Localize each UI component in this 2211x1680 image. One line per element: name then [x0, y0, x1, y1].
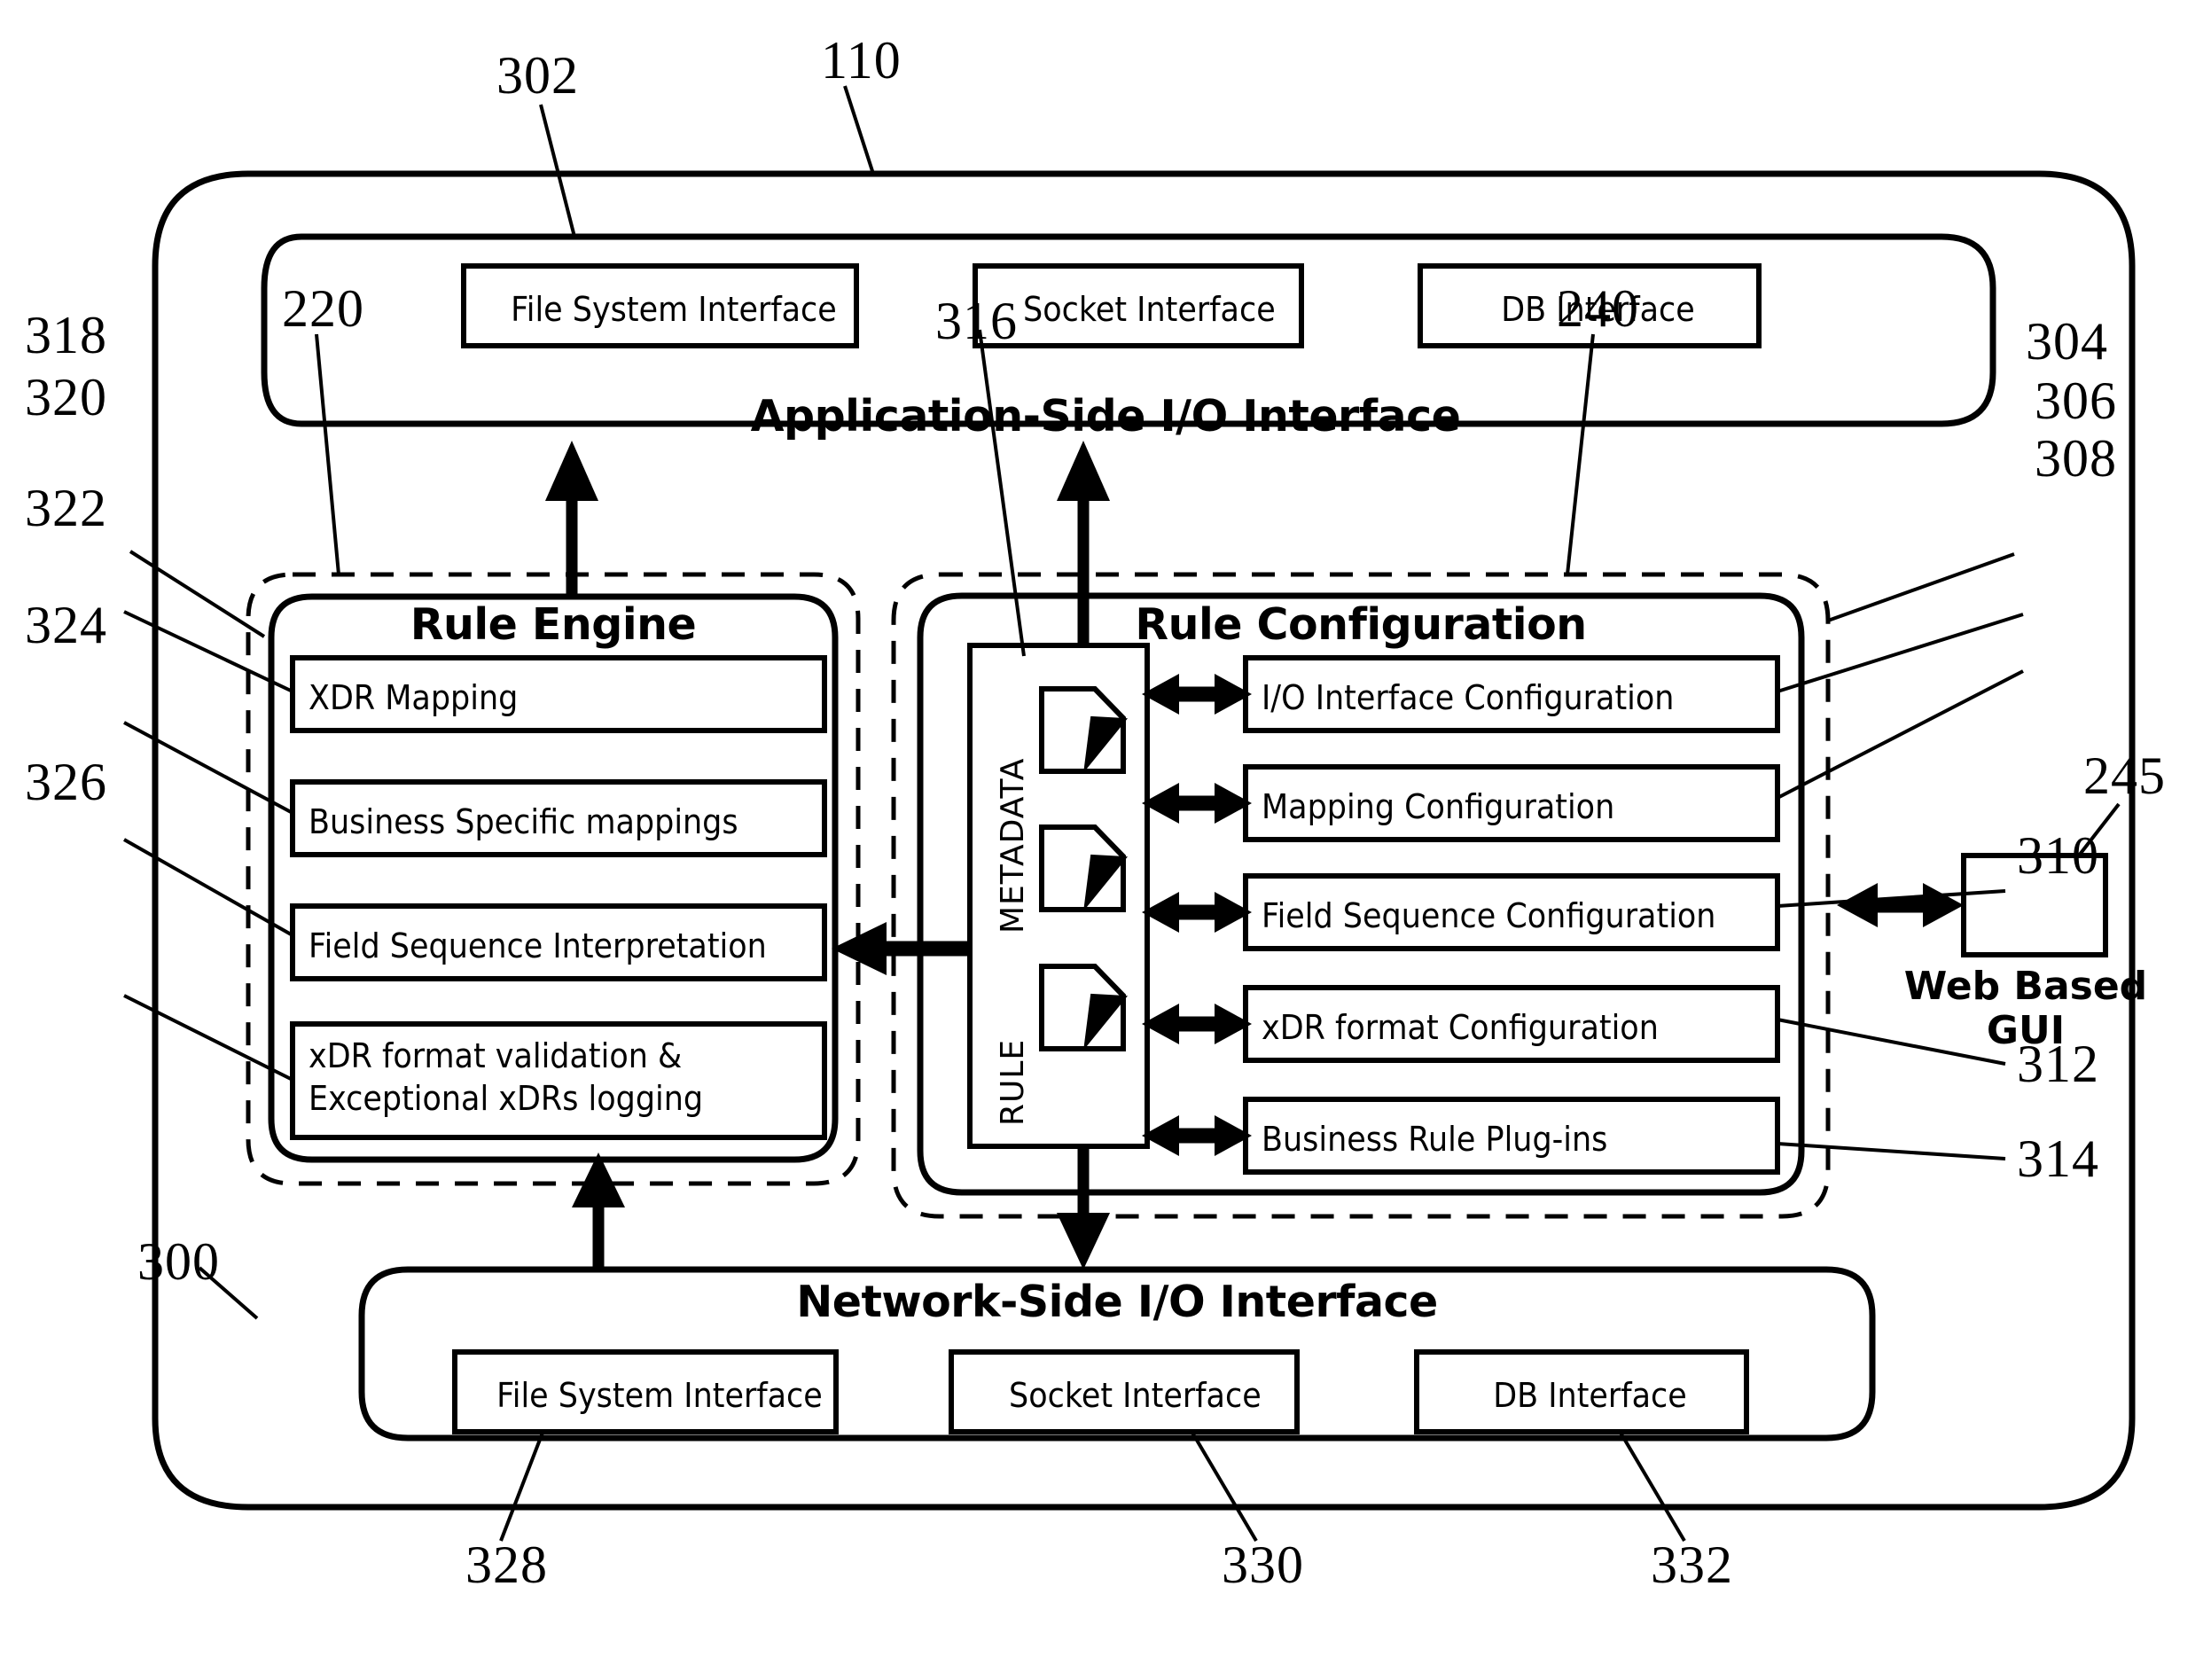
app-db-interface-label: DB Interface	[1501, 290, 1695, 329]
refnum-324: 324	[25, 596, 107, 654]
app-side-io-title: Application-Side I/O Interface	[750, 391, 1461, 441]
patent-figure: 110 302 220 240 316 318 320 322 324 326 …	[0, 0, 2211, 1680]
network-io-to-rule-engine-arrow	[572, 1153, 625, 1268]
net-file-system-interface-label: File System Interface	[496, 1376, 823, 1415]
refnum-310: 310	[2017, 826, 2099, 885]
network-side-io-title: Network-Side I/O Interface	[796, 1277, 1438, 1327]
store-to-rule-engine-arrow	[832, 922, 970, 975]
refnum-330: 330	[1222, 1535, 1304, 1594]
rule-label: RULE	[995, 1038, 1031, 1126]
refnum-300: 300	[137, 1232, 220, 1291]
refnum-220: 220	[282, 279, 364, 338]
bidirectional-arrow	[1142, 892, 1252, 933]
net-socket-interface-label: Socket Interface	[1009, 1376, 1262, 1415]
refnum-245: 245	[2083, 746, 2166, 805]
document-icon	[1039, 824, 1129, 912]
xdr-format-validation-label-line2: Exceptional xDRs logging	[309, 1079, 704, 1118]
field-sequence-interpretation-label: Field Sequence Interpretation	[309, 926, 767, 965]
rule-config-to-web-gui-arrow	[1837, 883, 1964, 927]
bidirectional-arrow	[1142, 1004, 1252, 1044]
refnum-316: 316	[935, 292, 1018, 350]
rule-engine-title: Rule Engine	[410, 599, 697, 650]
app-file-system-interface-label: File System Interface	[511, 290, 837, 329]
mapping-configuration-label: Mapping Configuration	[1262, 787, 1615, 826]
business-rule-plugins-label: Business Rule Plug-ins	[1262, 1120, 1608, 1159]
io-interface-configuration-label: I/O Interface Configuration	[1262, 678, 1675, 717]
net-db-interface-label: DB Interface	[1493, 1376, 1687, 1415]
refnum-304: 304	[2026, 312, 2108, 371]
document-icon	[1039, 964, 1129, 1051]
refnum-322: 322	[25, 479, 107, 537]
refnum-332: 332	[1651, 1535, 1733, 1594]
business-specific-mappings-label: Business Specific mappings	[309, 802, 738, 841]
app-socket-interface-label: Socket Interface	[1023, 290, 1276, 329]
web-based-gui-label-line1: Web Based	[1903, 964, 2148, 1009]
xdr-mapping-label: XDR Mapping	[309, 678, 519, 717]
web-based-gui-label-line2: GUI	[1986, 1008, 2066, 1053]
refnum-326: 326	[25, 753, 107, 811]
bidirectional-arrow	[1142, 1115, 1252, 1156]
bidirectional-arrow	[1142, 783, 1252, 824]
document-icon	[1039, 686, 1129, 774]
field-sequence-configuration-label: Field Sequence Configuration	[1262, 896, 1716, 935]
refnum-308: 308	[2035, 429, 2117, 488]
bidirectional-arrow	[1142, 674, 1252, 715]
refnum-328: 328	[465, 1535, 548, 1594]
refnum-314: 314	[2017, 1129, 2099, 1188]
refnum-302: 302	[496, 46, 579, 105]
xdr-format-configuration-label: xDR format Configuration	[1262, 1008, 1659, 1047]
refnum-318: 318	[25, 306, 107, 364]
xdr-format-validation-label-line1: xDR format validation &	[309, 1036, 683, 1075]
rule-engine-to-app-io-arrow	[545, 441, 598, 597]
refnum-110: 110	[821, 31, 902, 90]
store-to-network-io-arrow	[1057, 1146, 1110, 1270]
metadata-label: METADATA	[995, 757, 1031, 934]
rule-configuration-title: Rule Configuration	[1135, 599, 1587, 650]
